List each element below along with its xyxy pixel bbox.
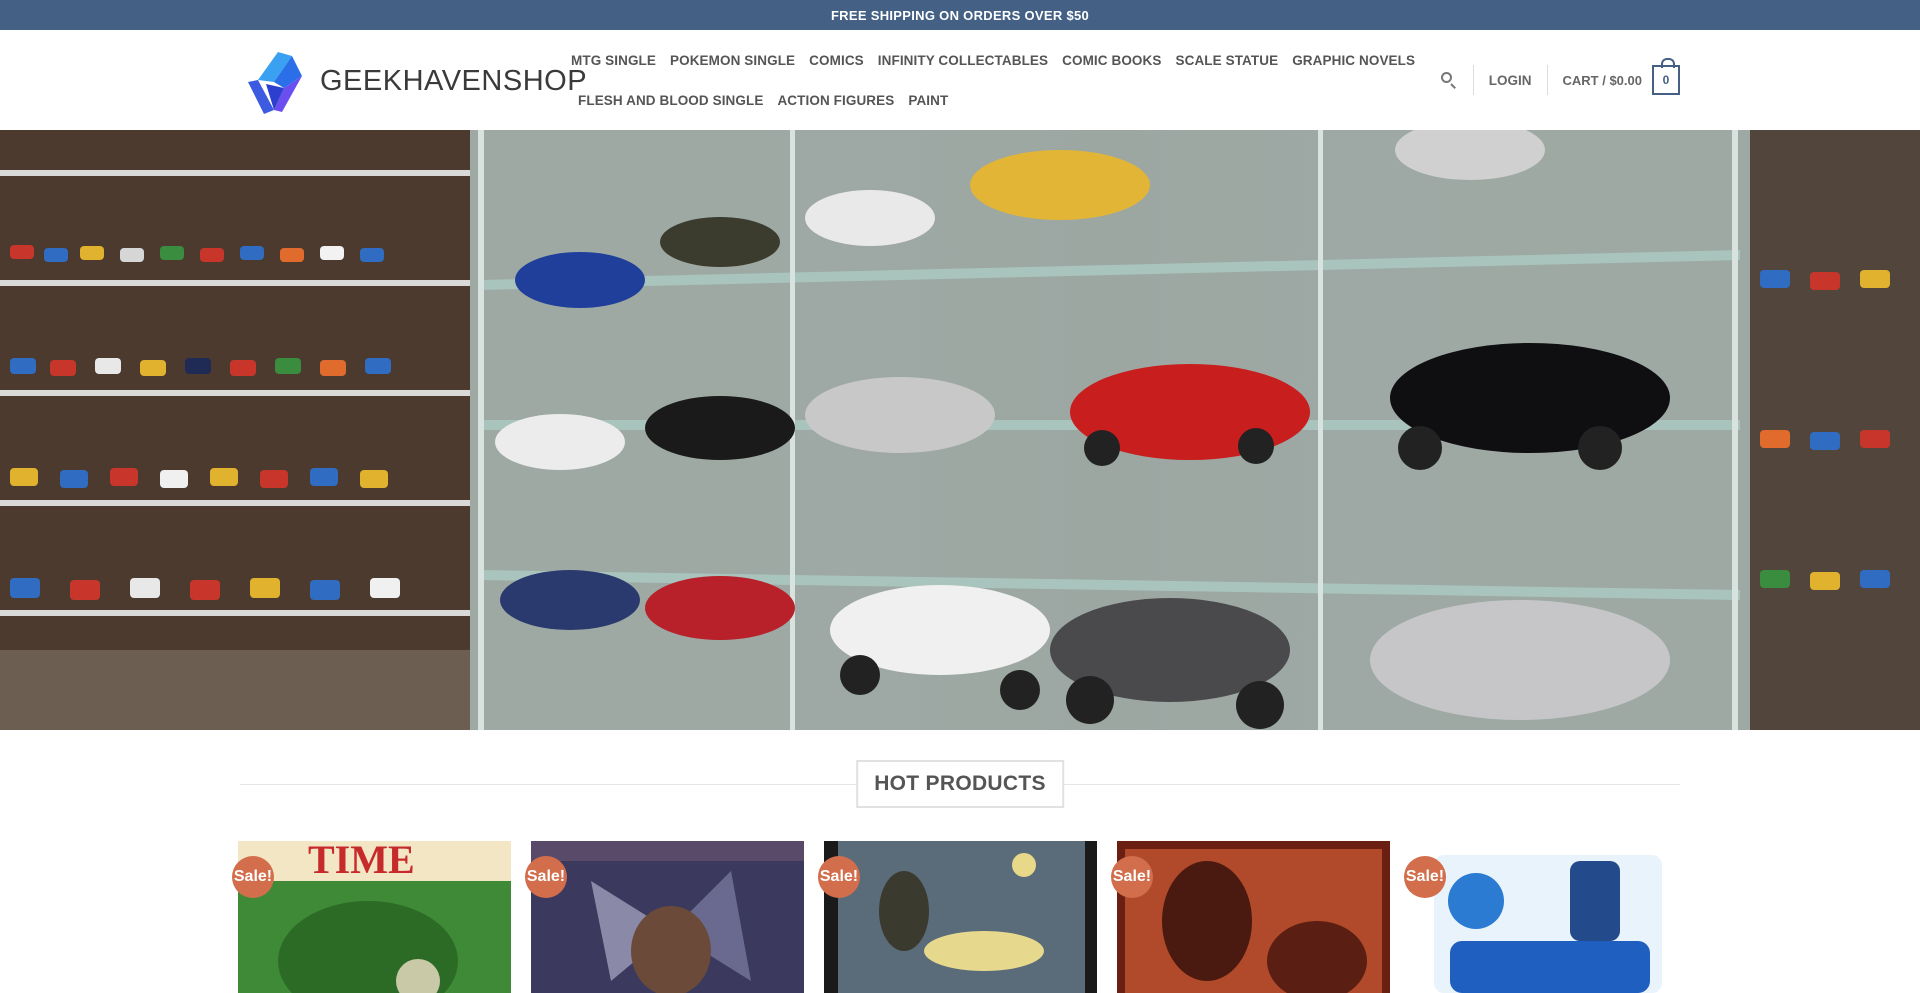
product-card[interactable]: Sale! xyxy=(525,841,816,993)
search-icon[interactable] xyxy=(1439,70,1459,90)
product-image xyxy=(531,841,804,993)
nav-row-1: MTG SINGLE POKEMON SINGLE COMICS INFINIT… xyxy=(564,40,1415,80)
cart-total: CART / $0.00 xyxy=(1562,72,1642,88)
nav-graphic-novels[interactable]: GRAPHIC NOVELS xyxy=(1292,53,1415,68)
nav-row-2: FLESH AND BLOOD SINGLE ACTION FIGURES PA… xyxy=(564,80,1404,120)
nav-comic-books[interactable]: COMIC BOOKS xyxy=(1062,53,1161,68)
hot-products-header: HOT PRODUCTS xyxy=(240,760,1680,808)
logo-text: GEEKHAVENSHOP xyxy=(320,64,588,97)
cart-link[interactable]: CART / $0.00 0 xyxy=(1562,58,1680,95)
product-card[interactable]: Sale! xyxy=(818,841,1109,993)
hero-banner[interactable] xyxy=(0,130,1920,730)
nav-pokemon-single[interactable]: POKEMON SINGLE xyxy=(670,53,795,68)
logo-icon xyxy=(248,52,302,114)
header-divider xyxy=(1472,65,1474,95)
product-card[interactable]: Sale! xyxy=(1404,841,1695,993)
product-image xyxy=(824,841,1097,993)
sale-badge: Sale! xyxy=(232,856,274,898)
top-announcement-bar: FREE SHIPPING ON ORDERS OVER $50 xyxy=(0,0,1920,30)
nav-action-figures[interactable]: ACTION FIGURES xyxy=(777,93,894,108)
product-card[interactable]: Sale! TIME xyxy=(232,841,523,993)
login-link[interactable]: LOGIN xyxy=(1489,73,1532,88)
sale-badge: Sale! xyxy=(818,856,860,898)
shipping-notice: FREE SHIPPING ON ORDERS OVER $50 xyxy=(830,7,1090,23)
sale-badge: Sale! xyxy=(1111,856,1153,898)
site-logo[interactable]: GEEKHAVENSHOP xyxy=(244,44,587,118)
site-header: GEEKHAVENSHOP MTG SINGLE POKEMON SINGLE … xyxy=(0,30,1920,130)
nav-scale-statue[interactable]: SCALE STATUE xyxy=(1176,53,1279,68)
svg-text:TIME: TIME xyxy=(308,841,415,882)
cart-count-badge: 0 xyxy=(1652,58,1680,95)
nav-flesh-and-blood-single[interactable]: FLESH AND BLOOD SINGLE xyxy=(578,93,763,108)
hero-banner-image xyxy=(0,130,1920,730)
sale-badge: Sale! xyxy=(525,856,567,898)
section-title: HOT PRODUCTS xyxy=(856,760,1064,808)
nav-comics[interactable]: COMICS xyxy=(809,53,864,68)
nav-infinity-collectables[interactable]: INFINITY COLLECTABLES xyxy=(878,53,1048,68)
header-actions: LOGIN CART / $0.00 0 xyxy=(1439,58,1680,97)
nav-paint[interactable]: PAINT xyxy=(908,93,948,108)
product-image: TIME xyxy=(238,841,511,993)
main-nav: MTG SINGLE POKEMON SINGLE COMICS INFINIT… xyxy=(564,40,1415,120)
header-divider xyxy=(1546,65,1548,95)
product-card[interactable]: Sale! xyxy=(1111,841,1402,993)
sale-badge: Sale! xyxy=(1404,856,1446,898)
product-image xyxy=(1410,841,1683,993)
nav-mtg-single[interactable]: MTG SINGLE xyxy=(571,53,656,68)
product-image xyxy=(1117,841,1390,993)
